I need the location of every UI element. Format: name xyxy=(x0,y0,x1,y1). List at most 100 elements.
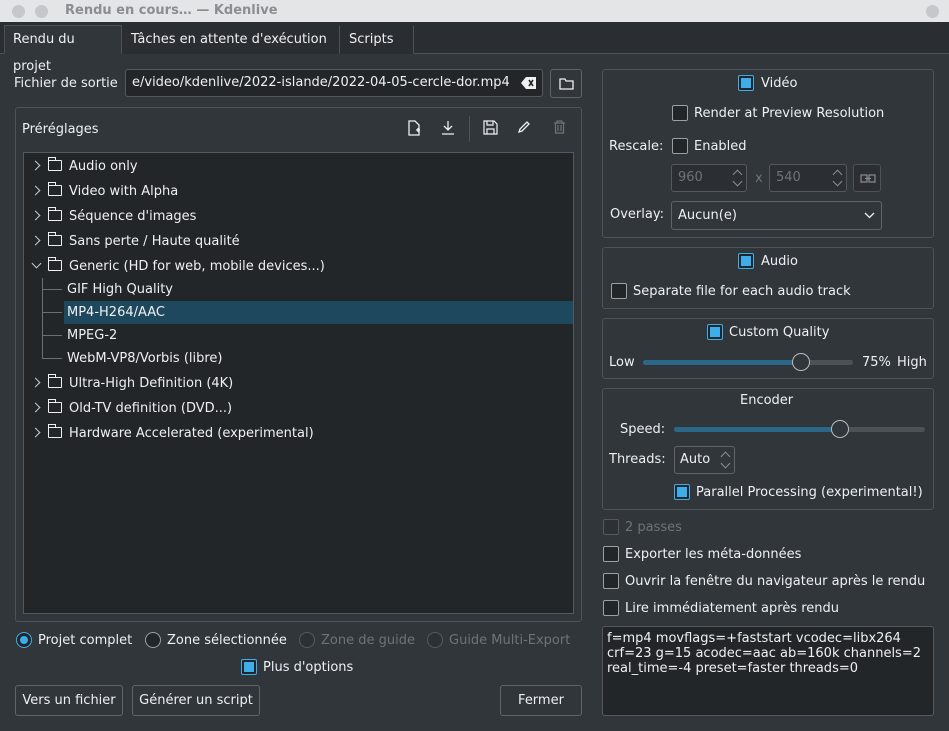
spin-arrows-icon[interactable] xyxy=(832,168,842,188)
tab-pending-jobs[interactable]: Tâches en attente d'exécution xyxy=(122,25,340,54)
quality-slider-handle[interactable] xyxy=(791,353,810,371)
folder-icon xyxy=(47,157,62,171)
expand-arrow-icon[interactable] xyxy=(30,427,41,438)
spin-arrows-icon[interactable] xyxy=(732,168,742,188)
play-after-label[interactable]: Lire immédiatement après rendu xyxy=(625,601,839,617)
render-args-textarea[interactable]: f=mp4 movflags=+faststart vcodec=libx264… xyxy=(602,626,934,716)
tree-preset-webm[interactable]: WebM-VP8/Vorbis (libre) xyxy=(24,347,573,370)
preset-tree[interactable]: Audio only Video with Alpha Séquence d'i… xyxy=(23,152,574,614)
link-ratio-button[interactable] xyxy=(853,164,881,192)
tree-folder-generic[interactable]: Generic (HD for web, mobile devices...) xyxy=(24,255,573,278)
window-minimize-button[interactable] xyxy=(35,5,48,18)
expand-arrow-icon[interactable] xyxy=(30,235,41,246)
tree-item-label: Sans perte / Haute qualité xyxy=(69,234,240,249)
folder-icon xyxy=(47,257,62,271)
quality-slider-track[interactable] xyxy=(643,360,853,365)
folder-open-icon xyxy=(559,78,574,90)
tab-render-project[interactable]: Rendu du projet xyxy=(4,25,122,74)
tree-folder-audio-only[interactable]: Audio only xyxy=(24,155,573,178)
threads-label: Threads: xyxy=(609,452,666,467)
window-close-button[interactable] xyxy=(12,5,25,18)
radio-guide-zone-label[interactable]: Zone de guide xyxy=(321,633,415,649)
separate-audio-checkbox[interactable] xyxy=(611,283,627,299)
tree-preset-gif[interactable]: GIF High Quality xyxy=(24,278,573,301)
rescale-enabled-checkbox[interactable] xyxy=(672,138,688,154)
expand-arrow-icon[interactable] xyxy=(30,185,41,196)
folder-icon xyxy=(47,399,62,413)
audio-checkbox[interactable] xyxy=(738,253,754,269)
play-after-checkbox[interactable] xyxy=(603,600,619,616)
radio-selected-zone[interactable] xyxy=(145,632,161,648)
tree-item-label: Video with Alpha xyxy=(69,184,179,199)
tree-item-label: GIF High Quality xyxy=(67,282,173,297)
radio-guide-zone[interactable] xyxy=(299,632,315,648)
more-options-label[interactable]: Plus d'options xyxy=(263,660,353,676)
folder-icon xyxy=(47,182,62,196)
speed-slider-handle[interactable] xyxy=(830,420,849,438)
output-file-value: e/video/kdenlive/2022-islande/2022-04-05… xyxy=(132,75,510,90)
tree-folder-hardware[interactable]: Hardware Accelerated (experimental) xyxy=(24,422,573,445)
edit-preset-icon[interactable] xyxy=(515,120,533,138)
collapse-arrow-icon[interactable] xyxy=(31,258,42,269)
two-pass-checkbox[interactable] xyxy=(603,519,619,535)
expand-arrow-icon[interactable] xyxy=(30,402,41,413)
radio-full-project-label[interactable]: Projet complet xyxy=(38,633,132,649)
video-checkbox[interactable] xyxy=(738,75,754,91)
parallel-processing-checkbox[interactable] xyxy=(674,484,690,500)
download-preset-icon[interactable] xyxy=(439,120,457,138)
more-options-checkbox[interactable] xyxy=(241,659,257,675)
radio-full-project[interactable] xyxy=(16,632,32,648)
chevron-down-icon xyxy=(864,212,875,219)
tree-folder-video-alpha[interactable]: Video with Alpha xyxy=(24,180,573,203)
folder-icon xyxy=(47,424,62,438)
window-maximize-button[interactable] xyxy=(926,5,939,18)
tree-item-label: Hardware Accelerated (experimental) xyxy=(69,426,314,441)
open-browser-checkbox[interactable] xyxy=(603,573,619,589)
audio-label[interactable]: Audio xyxy=(761,254,798,270)
output-file-input[interactable]: e/video/kdenlive/2022-islande/2022-04-05… xyxy=(125,69,543,97)
save-preset-icon[interactable] xyxy=(481,120,499,138)
toolbar-separator xyxy=(469,116,470,142)
tree-folder-uhd[interactable]: Ultra-High Definition (4K) xyxy=(24,372,573,395)
export-metadata-checkbox[interactable] xyxy=(603,546,619,562)
tree-preset-mp4-selected[interactable]: MP4-H264/AAC xyxy=(64,301,573,324)
rescale-width-value: 960 xyxy=(678,170,703,185)
spin-arrows-icon[interactable] xyxy=(720,450,730,470)
generate-script-button[interactable]: Générer un script xyxy=(132,685,260,716)
tree-item-label: Séquence d'images xyxy=(69,209,197,224)
tree-folder-lossless[interactable]: Sans perte / Haute qualité xyxy=(24,230,573,253)
radio-selected-zone-label[interactable]: Zone sélectionnée xyxy=(167,633,287,649)
delete-preset-icon[interactable] xyxy=(550,120,568,138)
export-metadata-label[interactable]: Exporter les méta-données xyxy=(625,547,801,563)
custom-quality-label[interactable]: Custom Quality xyxy=(729,325,829,341)
tab-scripts[interactable]: Scripts xyxy=(340,25,414,54)
radio-multi-export-label[interactable]: Guide Multi-Export xyxy=(449,633,570,649)
speed-slider-track[interactable] xyxy=(674,427,925,432)
two-pass-label[interactable]: 2 passes xyxy=(625,520,682,536)
tree-item-label: MP4-H264/AAC xyxy=(67,305,165,320)
clear-icon[interactable] xyxy=(521,76,537,90)
radio-multi-export[interactable] xyxy=(427,632,443,648)
rescale-height-input[interactable]: 540 xyxy=(769,164,847,192)
threads-spinbox[interactable]: Auto xyxy=(674,446,735,474)
open-browser-label[interactable]: Ouvrir la fenêtre du navigateur après le… xyxy=(625,574,925,590)
tree-folder-old-tv[interactable]: Old-TV definition (DVD...) xyxy=(24,397,573,420)
preview-resolution-checkbox[interactable] xyxy=(672,105,688,121)
overlay-select[interactable]: Aucun(e) xyxy=(671,201,882,230)
rescale-width-input[interactable]: 960 xyxy=(671,164,747,192)
expand-arrow-icon[interactable] xyxy=(30,160,41,171)
rescale-enabled-label[interactable]: Enabled xyxy=(694,139,747,155)
render-to-file-button[interactable]: Vers un fichier xyxy=(15,685,123,716)
tree-preset-mpeg2[interactable]: MPEG-2 xyxy=(24,324,573,347)
video-label[interactable]: Vidéo xyxy=(761,76,797,92)
new-preset-icon[interactable] xyxy=(405,120,423,138)
preview-resolution-label[interactable]: Render at Preview Resolution xyxy=(694,106,884,122)
separate-audio-label[interactable]: Separate file for each audio track xyxy=(633,284,851,300)
expand-arrow-icon[interactable] xyxy=(30,210,41,221)
close-button[interactable]: Fermer xyxy=(500,685,582,716)
tree-folder-image-sequence[interactable]: Séquence d'images xyxy=(24,205,573,228)
parallel-processing-label[interactable]: Parallel Processing (experimental!) xyxy=(696,485,923,501)
expand-arrow-icon[interactable] xyxy=(30,377,41,388)
browse-folder-button[interactable] xyxy=(550,69,582,98)
custom-quality-checkbox[interactable] xyxy=(707,324,723,340)
